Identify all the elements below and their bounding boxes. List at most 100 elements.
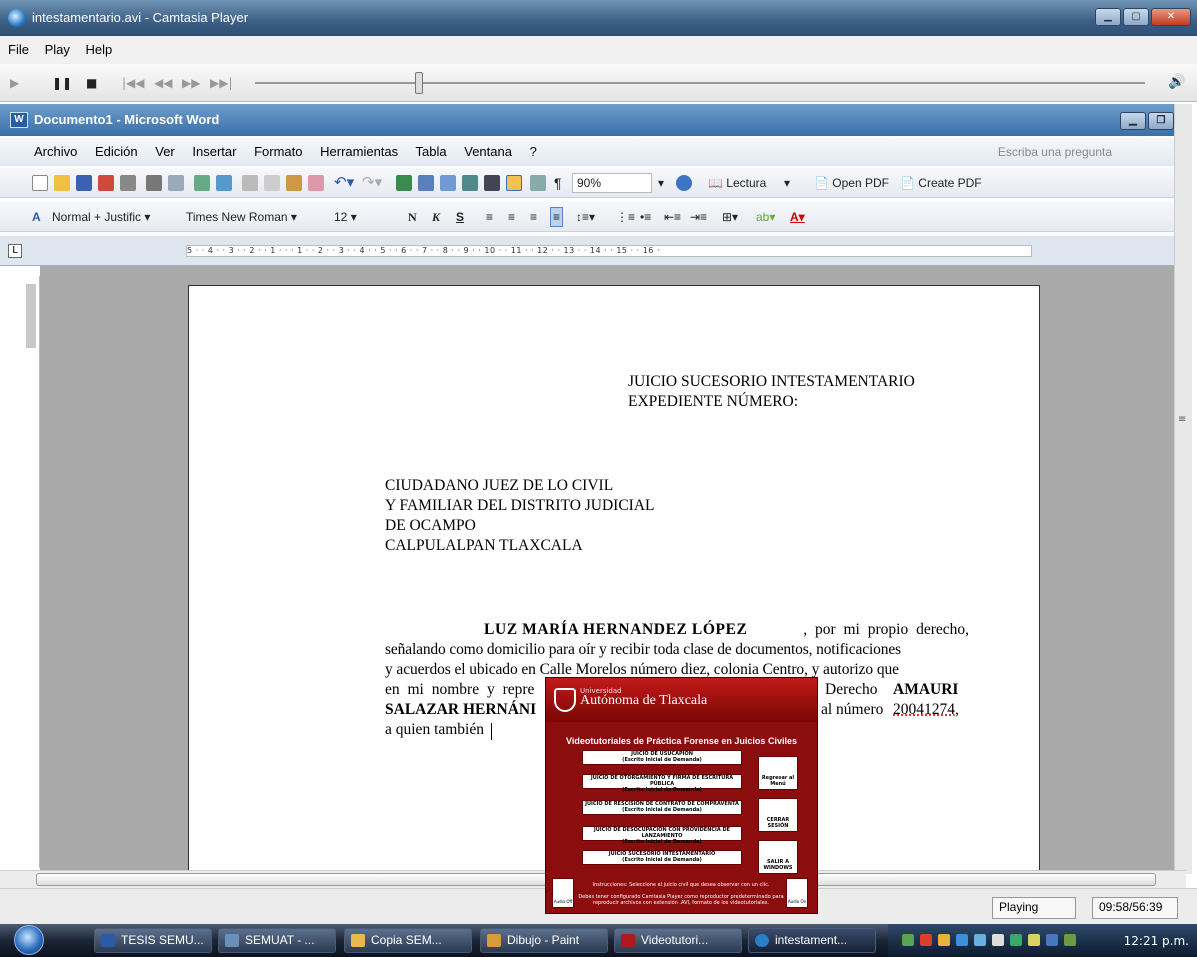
underline-button[interactable]: S [456, 202, 464, 232]
menu-ventana[interactable]: Ventana [464, 144, 512, 159]
audio-off-button[interactable]: Audio Off [552, 878, 574, 908]
highlight-icon[interactable]: ab▾ [756, 202, 775, 232]
word-minimize-button[interactable]: ▁ [1120, 112, 1146, 130]
word-title-bar[interactable]: W Documento1 - Microsoft Word ▁ ❐ [0, 104, 1186, 136]
columns-icon[interactable] [484, 175, 500, 191]
line-spacing-icon[interactable]: ↕≡▾ [576, 202, 595, 232]
juicio-rescision-button[interactable]: JUICIO DE RESCISIÓN DE CONTRATO DE COMPR… [582, 800, 742, 815]
tray-icon[interactable] [902, 934, 914, 946]
seek-slider[interactable] [415, 72, 423, 94]
increase-indent-icon[interactable]: ⇥≡ [690, 202, 707, 232]
skip-start-icon[interactable]: |◀◀ [122, 76, 145, 90]
horizontal-ruler[interactable]: L 5 · · 4 · · 3 · · 2 · · 1 · · · 1 · · … [0, 236, 1186, 266]
zoom-preview-icon[interactable] [168, 175, 184, 191]
toolbar-options-icon[interactable]: ▾ [784, 168, 790, 198]
decrease-indent-icon[interactable]: ⇤≡ [664, 202, 681, 232]
tray-icon[interactable] [938, 934, 950, 946]
task-tesis[interactable]: TESIS SEMU... [94, 928, 212, 953]
borders-icon[interactable]: ⊞▾ [722, 202, 738, 232]
show-hide-icon[interactable]: ¶ [554, 168, 562, 198]
open-folder-icon[interactable] [54, 175, 70, 191]
drawing-icon[interactable] [506, 175, 522, 191]
skip-end-icon[interactable]: ▶▶| [210, 76, 233, 90]
play-icon[interactable]: ▶ [10, 76, 19, 90]
format-painter-icon[interactable] [308, 175, 324, 191]
juicio-otorgamiento-button[interactable]: JUICIO DE OTORGAMIENTO Y FIRMA DE ESCRIT… [582, 774, 742, 793]
insert-excel-icon[interactable] [462, 175, 478, 191]
menu-help[interactable]: Help [86, 42, 113, 57]
research-icon[interactable] [216, 175, 232, 191]
save-icon[interactable] [76, 175, 92, 191]
insert-table-icon[interactable] [440, 175, 456, 191]
stop-icon[interactable]: ■ [86, 76, 97, 90]
juicio-usucapion-button[interactable]: JUICIO DE USUCAPIÓN (Escrito Inicial de D… [582, 750, 742, 765]
maximize-button[interactable]: ▢ [1123, 8, 1149, 26]
menu-tabla[interactable]: Tabla [416, 144, 447, 159]
task-videotutoriales[interactable]: Videotutori... [614, 928, 742, 953]
tables-borders-icon[interactable] [418, 175, 434, 191]
juicio-sucesorio-button[interactable]: JUICIO SUCESORIO INTESTAMENTARIO (Escrito… [582, 850, 742, 865]
tray-icon[interactable] [1010, 934, 1022, 946]
vertical-scrollbar[interactable]: ≡ [1174, 104, 1192, 874]
pause-icon[interactable]: ❚❚ [52, 76, 72, 90]
tray-icon[interactable] [956, 934, 968, 946]
player-title-bar[interactable]: intestamentario.avi - Camtasia Player ▁ … [0, 0, 1197, 36]
vertical-ruler[interactable] [22, 276, 40, 868]
permission-icon[interactable] [98, 175, 114, 191]
menu-edicion[interactable]: Edición [95, 144, 138, 159]
create-pdf-button[interactable]: 📄 Create PDF [900, 168, 982, 198]
reading-layout-button[interactable]: 📖 Lectura [708, 168, 766, 198]
cerrar-sesion-button[interactable]: CERRAR SESIÓN [758, 798, 798, 832]
new-document-icon[interactable] [32, 175, 48, 191]
italic-button[interactable]: K [432, 202, 440, 232]
seek-track[interactable] [255, 82, 1145, 84]
undo-icon[interactable]: ↶▾ [334, 168, 354, 198]
menu-archivo[interactable]: Archivo [34, 144, 77, 159]
font-size-select[interactable]: 12 ▾ [334, 202, 357, 232]
print-preview-icon[interactable] [146, 175, 162, 191]
print-icon[interactable] [120, 175, 136, 191]
justify-icon[interactable]: ≡ [550, 207, 564, 227]
zoom-dropdown-arrow-icon[interactable]: ▾ [658, 168, 664, 198]
rewind-icon[interactable]: ◀◀ [154, 76, 172, 90]
paste-icon[interactable] [286, 175, 302, 191]
spelling-icon[interactable] [194, 175, 210, 191]
task-intestamentario[interactable]: intestament... [748, 928, 876, 953]
menu-ver[interactable]: Ver [155, 144, 175, 159]
regresar-menu-button[interactable]: Regresar al Menú [758, 756, 798, 790]
salir-windows-button[interactable]: SALIR A WINDOWS [758, 840, 798, 874]
task-semuat[interactable]: SEMUAT - ... [218, 928, 336, 953]
hyperlink-icon[interactable] [396, 175, 412, 191]
word-restore-button[interactable]: ❐ [1148, 112, 1174, 130]
menu-herramientas[interactable]: Herramientas [320, 144, 398, 159]
cut-icon[interactable] [242, 175, 258, 191]
bold-button[interactable]: N [408, 202, 417, 232]
task-copia[interactable]: Copia SEM... [344, 928, 472, 953]
tab-selector-icon[interactable]: L [8, 244, 22, 258]
menu-play[interactable]: Play [45, 42, 70, 57]
volume-icon[interactable]: 🔊 [1168, 74, 1185, 90]
menu-file[interactable]: File [8, 42, 29, 57]
tray-icon[interactable] [1064, 934, 1076, 946]
volume-icon[interactable] [992, 934, 1004, 946]
align-left-icon[interactable]: ≡ [486, 202, 493, 232]
tray-icon[interactable] [920, 934, 932, 946]
close-button[interactable]: ✕ [1151, 8, 1191, 26]
font-color-icon[interactable]: A▾ [790, 202, 805, 232]
audio-on-button[interactable]: Audio On [786, 878, 808, 908]
videotutoriales-window[interactable]: Universidad Autónoma de Tlaxcala Videotu… [545, 677, 818, 914]
styles-icon[interactable]: A [32, 202, 41, 232]
redo-icon[interactable]: ↷▾ [362, 168, 382, 198]
menu-insertar[interactable]: Insertar [192, 144, 236, 159]
font-select[interactable]: Times New Roman ▾ [186, 202, 297, 232]
copy-icon[interactable] [264, 175, 280, 191]
tray-icon[interactable] [1046, 934, 1058, 946]
fast-forward-icon[interactable]: ▶▶ [182, 76, 200, 90]
menu-help[interactable]: ? [530, 144, 537, 159]
align-center-icon[interactable]: ≡ [508, 202, 515, 232]
zoom-select[interactable]: 90% [572, 173, 652, 193]
task-paint[interactable]: Dibujo - Paint [480, 928, 608, 953]
start-button[interactable] [14, 925, 44, 955]
juicio-desocupacion-button[interactable]: JUICIO DE DESOCUPACIÓN CON PROVIDENCIA D… [582, 826, 742, 845]
clock[interactable]: 12:21 p.m. [1124, 934, 1189, 948]
